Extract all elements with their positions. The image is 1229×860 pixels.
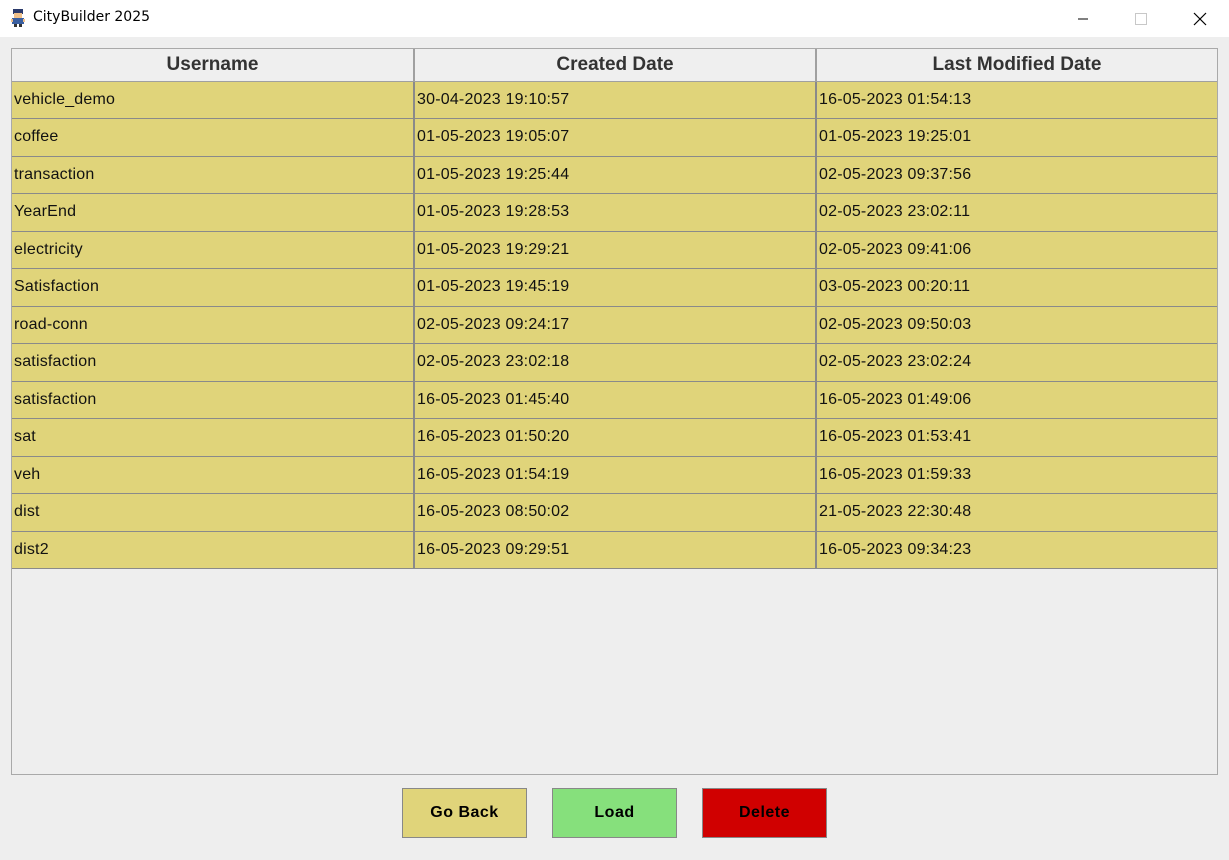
cell-last-modified-date[interactable]: 02-05-2023 23:02:11: [816, 193, 1217, 232]
cell-last-modified-date[interactable]: 16-05-2023 01:59:33: [816, 456, 1217, 494]
table-row[interactable]: veh 16-05-2023 01:54:19 16-05-2023 01:59:3…: [12, 456, 1217, 494]
column-header-username[interactable]: Username: [12, 49, 415, 82]
cell-username[interactable]: transaction: [12, 156, 415, 194]
cell-created-date[interactable]: 16-05-2023 08:50:02: [414, 493, 817, 532]
table-row[interactable]: satisfaction 16-05-2023 01:45:40 16-05-202…: [12, 381, 1217, 419]
cell-username[interactable]: electricity: [12, 231, 415, 269]
close-button[interactable]: [1171, 0, 1229, 37]
maximize-button[interactable]: [1112, 0, 1170, 37]
cell-created-date[interactable]: 01-05-2023 19:05:07: [414, 118, 817, 157]
cell-last-modified-date[interactable]: 02-05-2023 09:41:06: [816, 231, 1217, 269]
table-row[interactable]: transaction 01-05-2023 19:25:44 02-05-2023…: [12, 156, 1217, 194]
cell-last-modified-date[interactable]: 16-05-2023 01:53:41: [816, 418, 1217, 457]
table-row[interactable]: YearEnd 01-05-2023 19:28:53 02-05-2023 23:…: [12, 193, 1217, 232]
saves-table-panel[interactable]: Username Created Date Last Modified Date…: [11, 48, 1218, 775]
table-row[interactable]: road-conn 02-05-2023 09:24:17 02-05-2023 0…: [12, 306, 1217, 344]
close-icon: [1193, 12, 1207, 25]
saves-table: Username Created Date Last Modified Date…: [12, 49, 1217, 569]
cell-last-modified-date[interactable]: 02-05-2023 09:50:03: [816, 306, 1217, 344]
load-button[interactable]: Load: [552, 788, 677, 838]
table-row[interactable]: dist2 16-05-2023 09:29:51 16-05-2023 09:34…: [12, 531, 1217, 569]
table-row[interactable]: coffee 01-05-2023 19:05:07 01-05-2023 19:2…: [12, 118, 1217, 157]
cell-last-modified-date[interactable]: 16-05-2023 09:34:23: [816, 531, 1217, 569]
cell-last-modified-date[interactable]: 02-05-2023 23:02:24: [816, 343, 1217, 382]
table-row[interactable]: sat 16-05-2023 01:50:20 16-05-2023 01:53:4…: [12, 418, 1217, 457]
cell-created-date[interactable]: 16-05-2023 01:45:40: [414, 381, 817, 419]
cell-username[interactable]: satisfaction: [12, 343, 415, 382]
go-back-button[interactable]: Go Back: [402, 788, 527, 838]
app-icon: [10, 9, 26, 27]
delete-button[interactable]: Delete: [702, 788, 827, 838]
cell-last-modified-date[interactable]: 16-05-2023 01:54:13: [816, 81, 1217, 119]
cell-username[interactable]: sat: [12, 418, 415, 457]
cell-last-modified-date[interactable]: 03-05-2023 00:20:11: [816, 268, 1217, 307]
cell-created-date[interactable]: 02-05-2023 09:24:17: [414, 306, 817, 344]
cell-last-modified-date[interactable]: 21-05-2023 22:30:48: [816, 493, 1217, 532]
table-row[interactable]: electricity 01-05-2023 19:29:21 02-05-2023…: [12, 231, 1217, 269]
table-row[interactable]: Satisfaction 01-05-2023 19:45:19 03-05-202…: [12, 268, 1217, 307]
cell-last-modified-date[interactable]: 01-05-2023 19:25:01: [816, 118, 1217, 157]
table-row[interactable]: vehicle_demo 30-04-2023 19:10:57 16-05-202…: [12, 81, 1217, 119]
cell-created-date[interactable]: 01-05-2023 19:29:21: [414, 231, 817, 269]
column-header-last-modified-date[interactable]: Last Modified Date: [816, 49, 1217, 82]
cell-created-date[interactable]: 16-05-2023 01:54:19: [414, 456, 817, 494]
cell-last-modified-date[interactable]: 16-05-2023 01:49:06: [816, 381, 1217, 419]
cell-created-date[interactable]: 01-05-2023 19:25:44: [414, 156, 817, 194]
cell-username[interactable]: dist: [12, 493, 415, 532]
cell-username[interactable]: road-conn: [12, 306, 415, 344]
column-header-created-date[interactable]: Created Date: [414, 49, 817, 82]
minimize-button[interactable]: [1054, 0, 1112, 37]
title-bar: CityBuilder 2025: [0, 0, 1229, 37]
cell-created-date[interactable]: 16-05-2023 09:29:51: [414, 531, 817, 569]
window-title: CityBuilder 2025: [33, 9, 151, 25]
cell-created-date[interactable]: 01-05-2023 19:45:19: [414, 268, 817, 307]
maximize-icon: [1135, 12, 1147, 25]
cell-username[interactable]: coffee: [12, 118, 415, 157]
cell-username[interactable]: satisfaction: [12, 381, 415, 419]
cell-created-date[interactable]: 16-05-2023 01:50:20: [414, 418, 817, 457]
cell-created-date[interactable]: 01-05-2023 19:28:53: [414, 193, 817, 232]
cell-username[interactable]: vehicle_demo: [12, 81, 415, 119]
cell-created-date[interactable]: 30-04-2023 19:10:57: [414, 81, 817, 119]
cell-last-modified-date[interactable]: 02-05-2023 09:37:56: [816, 156, 1217, 194]
table-row[interactable]: satisfaction 02-05-2023 23:02:18 02-05-202…: [12, 343, 1217, 382]
table-row[interactable]: dist 16-05-2023 08:50:02 21-05-2023 22:30:…: [12, 493, 1217, 532]
table-body: vehicle_demo 30-04-2023 19:10:57 16-05-202…: [12, 81, 1217, 569]
cell-username[interactable]: veh: [12, 456, 415, 494]
cell-username[interactable]: dist2: [12, 531, 415, 569]
cell-created-date[interactable]: 02-05-2023 23:02:18: [414, 343, 817, 382]
table-header-row: Username Created Date Last Modified Date: [12, 49, 1217, 82]
minimize-icon: [1078, 18, 1088, 19]
cell-username[interactable]: Satisfaction: [12, 268, 415, 307]
cell-username[interactable]: YearEnd: [12, 193, 415, 232]
